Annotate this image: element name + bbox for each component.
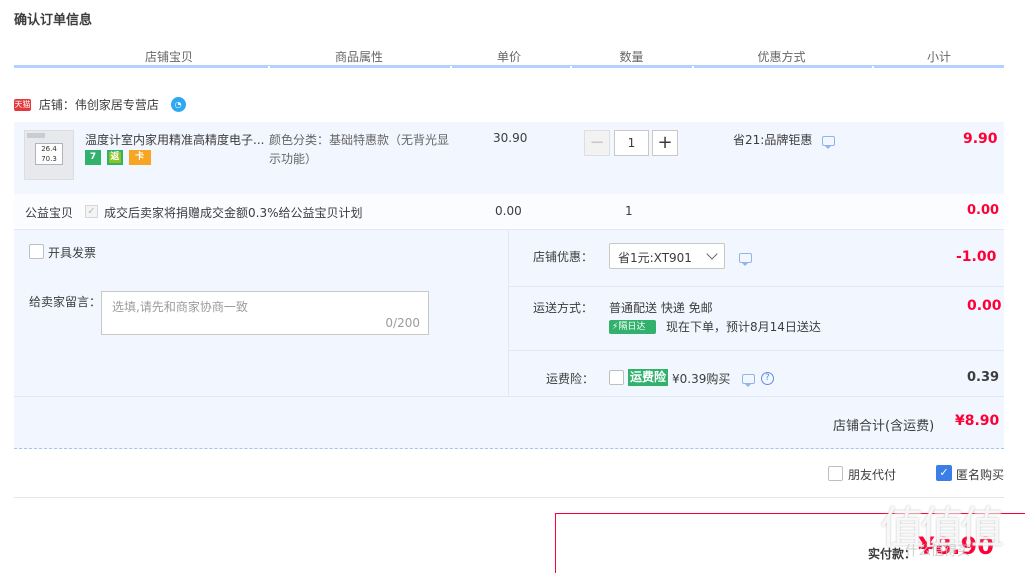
charity-subtotal: 0.00: [967, 203, 1000, 218]
wangwang-chat-icon[interactable]: ◔: [170, 97, 186, 112]
header-shop-item: 店铺宝贝: [144, 50, 193, 64]
anonymous-label[interactable]: 匿名购买: [956, 466, 1004, 483]
item-subtotal: 9.90: [963, 131, 998, 147]
product-name-link[interactable]: 温度计室内家用精准高精度电子...: [85, 131, 265, 148]
qty-input[interactable]: 1: [614, 130, 649, 156]
product-attributes: 颜色分类：基础特惠款（无背光显示功能）: [269, 133, 450, 166]
shop-discount-label: 店铺优惠：: [533, 250, 594, 264]
header-unit-price: 单价: [496, 50, 521, 64]
shop-discount-amount: -1.00: [956, 249, 997, 265]
rebate-icon[interactable]: 返: [106, 150, 123, 165]
friend-pay-checkbox[interactable]: [828, 466, 843, 481]
promotion-text: 省21:品牌钜惠: [733, 133, 813, 147]
shipping-method: 普通配送 快递 免邮: [609, 301, 713, 315]
shipping-eta: 现在下单，预计8月14日送达: [666, 320, 821, 334]
memo-label: 给卖家留言：: [29, 295, 102, 309]
shipping-label: 运送方式：: [533, 301, 594, 315]
shop-total-amount: ¥8.90: [955, 413, 1000, 429]
charity-text: 成交后卖家将捐赠成交金额0.3%给公益宝贝计划: [104, 206, 363, 220]
message-icon[interactable]: [739, 252, 752, 266]
shipping-amount: 0.00: [967, 298, 1002, 314]
insurance-price: ¥0.39购买: [672, 372, 731, 386]
message-icon[interactable]: [742, 373, 755, 387]
table-header: 店铺宝贝 商品属性 单价 数量 优惠方式 小计: [14, 44, 1004, 68]
thermometer-display: 26.4 70.3: [35, 143, 63, 165]
insurance-label: 运费险：: [546, 372, 595, 386]
divider: [14, 497, 1004, 498]
anonymous-checkbox[interactable]: ✓: [936, 465, 952, 481]
message-icon[interactable]: [822, 135, 836, 149]
memo-textarea[interactable]: 选填,请先和商家协商一致 0/200: [101, 291, 429, 335]
insurance-checkbox[interactable]: [609, 370, 624, 385]
qty-plus-button[interactable]: +: [652, 130, 678, 156]
charity-label: 公益宝贝: [25, 206, 74, 220]
shop-discount-value: 省1元:XT901: [618, 251, 692, 265]
insurance-amount: 0.39: [967, 370, 1000, 385]
shop-row: 天猫 店铺：伟创家居专营店 ◔: [14, 96, 186, 116]
promotion: 省21:品牌钜惠: [733, 131, 836, 149]
help-icon[interactable]: ?: [760, 372, 774, 385]
invoice-label[interactable]: 开具发票: [48, 244, 96, 261]
insurance-icons: ?: [742, 371, 774, 387]
product-thumbnail[interactable]: 26.4 70.3: [24, 130, 74, 180]
chevron-down-icon: [706, 248, 718, 260]
shop-total-label: 店铺合计(含运费): [833, 419, 935, 434]
invoice-checkbox[interactable]: [29, 244, 44, 259]
qty-minus-button[interactable]: −: [584, 130, 610, 156]
header-attributes: 商品属性: [334, 50, 383, 64]
page-title: 确认订单信息: [14, 13, 93, 28]
options-divider: [508, 229, 509, 397]
charity-checkbox: ✓: [85, 205, 98, 218]
watermark-text: 什么值得买: [905, 544, 971, 559]
header-quantity: 数量: [619, 50, 644, 64]
tmall-icon: 天猫: [14, 98, 31, 111]
shop-discount-select[interactable]: 省1元:XT901: [609, 243, 725, 269]
insurance-badge: 运费险: [628, 369, 669, 386]
credit-card-icon[interactable]: 卡: [128, 150, 151, 165]
header-discount: 优惠方式: [757, 50, 806, 64]
shop-name[interactable]: 店铺：伟创家居专营店: [39, 96, 159, 113]
memo-placeholder: 选填,请先和商家协商一致: [112, 300, 248, 314]
friend-pay-label[interactable]: 朋友代付: [848, 466, 896, 483]
next-day-delivery-badge: ⚡隔日达: [609, 320, 656, 334]
memo-char-count: 0/200: [385, 316, 420, 330]
service-badges: 7 返 卡: [85, 150, 153, 166]
unit-price: 30.90: [493, 131, 528, 145]
header-subtotal: 小计: [926, 50, 951, 64]
charity-price: 0.00: [495, 204, 522, 218]
seven-day-return-icon[interactable]: 7: [85, 150, 101, 165]
discount-info: [739, 250, 752, 266]
charity-quantity: 1: [625, 204, 633, 218]
